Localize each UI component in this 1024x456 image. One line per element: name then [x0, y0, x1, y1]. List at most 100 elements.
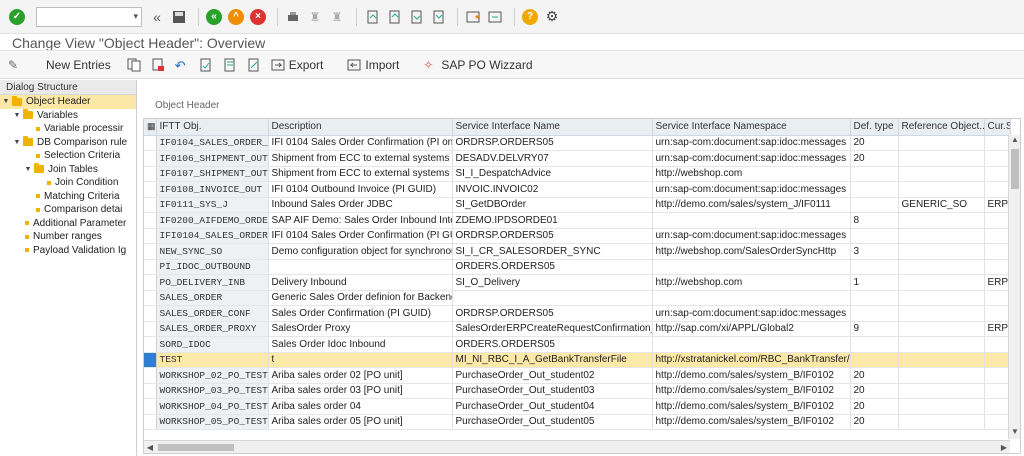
cancel-icon[interactable]: ×: [249, 8, 267, 26]
first-page-icon[interactable]: [363, 8, 381, 26]
table-row[interactable]: SALES_ORDER_PROXY SalesOrder Proxy SalesOr…: [144, 321, 1011, 337]
row-selector[interactable]: [144, 352, 157, 368]
settings-gear-icon[interactable]: ⚙: [543, 8, 561, 26]
tree-node[interactable]: Selection Criteria: [0, 149, 136, 163]
table-settings-icon[interactable]: ▦: [144, 119, 157, 136]
table-row[interactable]: WORKSHOP_03_PO_TEST...Ariba sales order …: [144, 383, 1011, 399]
row-selector[interactable]: [144, 228, 157, 244]
table-cell[interactable]: [850, 305, 899, 322]
table-row[interactable]: IF0111_SYS_J Inbound Sales Order JDBC SI_G…: [144, 197, 1011, 213]
export-button[interactable]: Export: [271, 58, 340, 72]
table-cell[interactable]: urn:sap-com:document:sap:idoc:messages: [652, 228, 851, 244]
table-cell[interactable]: [898, 414, 985, 430]
table-cell[interactable]: ZDEMO.IPDSORDE01: [452, 212, 653, 229]
row-selector[interactable]: [144, 259, 157, 275]
table-cell[interactable]: SI_I_CR_SALESORDER_SYNC: [452, 243, 653, 260]
table-cell[interactable]: urn:sap-com:document:sap:idoc:messages: [652, 181, 851, 198]
column-header[interactable]: Description: [268, 119, 453, 136]
table-row[interactable]: WORKSHOP_02_PO_TEST...Ariba sales order …: [144, 367, 1011, 384]
table-cell[interactable]: http://demo.com/sales/system_B/IF0102: [652, 414, 851, 430]
table-cell[interactable]: [898, 259, 985, 275]
select-all-icon[interactable]: [199, 58, 213, 72]
table-cell[interactable]: ORDRSP.ORDERS05: [452, 228, 653, 244]
table-cell[interactable]: [850, 259, 899, 275]
table-row[interactable]: IFI0104_SALES_ORDER...IFI 0104 Sales Ord…: [144, 228, 1011, 244]
column-header[interactable]: Reference Object...: [898, 119, 985, 136]
table-cell[interactable]: t: [268, 352, 453, 368]
row-selector[interactable]: [144, 243, 157, 260]
row-selector[interactable]: [144, 181, 157, 198]
table-cell[interactable]: http://webshop.com: [652, 274, 851, 291]
table-row[interactable]: IF0108_INVOICE_OUT IFI 0104 Outbound Invo…: [144, 181, 1011, 198]
row-selector[interactable]: [144, 197, 157, 213]
table-cell[interactable]: [898, 383, 985, 399]
table-cell[interactable]: [652, 290, 851, 306]
exit-icon[interactable]: ^: [227, 8, 245, 26]
table-cell[interactable]: http://demo.com/sales/system_B/IF0102: [652, 383, 851, 399]
table-row[interactable]: WORKSHOP_04_PO_TEST...Ariba sales order …: [144, 398, 1011, 415]
scroll-right-icon[interactable]: ▶: [998, 443, 1010, 452]
table-cell[interactable]: GENERIC_SO: [898, 197, 985, 213]
table-cell[interactable]: Delivery Inbound: [268, 274, 453, 291]
table-cell[interactable]: SI_I_DespatchAdvice: [452, 166, 653, 182]
table-cell[interactable]: [898, 228, 985, 244]
column-header[interactable]: Cur.S: [984, 119, 1011, 136]
table-cell[interactable]: [850, 336, 899, 353]
table-cell[interactable]: Demo configuration object for synchronou…: [268, 243, 453, 260]
table-cell[interactable]: [898, 321, 985, 337]
tree-node[interactable]: ▼ Join Tables: [0, 163, 136, 177]
table-cell[interactable]: http://sap.com/xi/APPL/Global2: [652, 321, 851, 337]
tree-node[interactable]: Number ranges: [0, 230, 136, 244]
table-cell[interactable]: 20: [850, 135, 899, 151]
table-cell[interactable]: [898, 212, 985, 229]
scroll-up-icon[interactable]: ▲: [1009, 135, 1020, 147]
back-icon[interactable]: «: [205, 8, 223, 26]
column-header[interactable]: IFTT Obj.: [156, 119, 269, 136]
table-cell[interactable]: [984, 290, 1011, 306]
table-cell[interactable]: 1: [850, 274, 899, 291]
select-block-icon[interactable]: [223, 58, 237, 72]
table-cell[interactable]: [898, 181, 985, 198]
table-cell[interactable]: SAP AIF Demo: Sales Order Inbound Interf…: [268, 212, 453, 229]
table-cell[interactable]: [850, 352, 899, 368]
table-cell[interactable]: [850, 166, 899, 182]
table-cell[interactable]: Generic Sales Order definion for Backend…: [268, 290, 453, 306]
table-cell[interactable]: [652, 336, 851, 353]
table-cell[interactable]: ERP: [984, 274, 1011, 291]
previous-page-icon[interactable]: [385, 8, 403, 26]
vertical-scrollbar[interactable]: ▲ ▼: [1008, 135, 1020, 439]
delete-icon[interactable]: [151, 58, 165, 72]
table-row[interactable]: SALES_ORDER_CONF Sales Order Confirmation…: [144, 305, 1011, 322]
table-row[interactable]: SALES_ORDER Generic Sales Order definion …: [144, 290, 1011, 306]
command-field[interactable]: ▾: [36, 6, 142, 27]
tree-node[interactable]: Comparison detai: [0, 203, 136, 217]
table-cell[interactable]: [984, 367, 1011, 384]
table-cell[interactable]: 20: [850, 150, 899, 167]
tree-node[interactable]: Matching Criteria: [0, 190, 136, 204]
row-selector[interactable]: [144, 150, 157, 167]
new-entries-button[interactable]: New Entries: [46, 58, 111, 72]
table-cell[interactable]: [898, 352, 985, 368]
table-cell[interactable]: [984, 259, 1011, 275]
row-selector[interactable]: [144, 212, 157, 229]
table-row[interactable]: PI_IDOC_OUTBOUND ORDERS.ORDERS05: [144, 259, 1011, 275]
row-selector[interactable]: [144, 367, 157, 384]
table-cell[interactable]: urn:sap-com:document:sap:idoc:messages: [652, 135, 851, 151]
expand-arrow-icon[interactable]: ▼: [13, 139, 21, 146]
tree-node[interactable]: ▼ DB Comparison rule: [0, 136, 136, 150]
tree-node[interactable]: Join Condition: [0, 176, 136, 190]
table-cell[interactable]: IFI 0104 Sales Order Confirmation (PI GU…: [268, 228, 453, 244]
table-cell[interactable]: [652, 212, 851, 229]
table-cell[interactable]: [850, 290, 899, 306]
table-cell[interactable]: http://xstratanickel.com/RBC_BankTransfe…: [652, 352, 851, 368]
table-cell[interactable]: Ariba sales order 03 [PO unit]: [268, 383, 453, 399]
find-icon[interactable]: ♜: [306, 8, 324, 26]
table-cell[interactable]: SalesOrder Proxy: [268, 321, 453, 337]
table-cell[interactable]: [898, 398, 985, 415]
find-next-icon[interactable]: ♜: [328, 8, 346, 26]
table-row[interactable]: SORD_IDOC Sales Order Idoc Inbound ORDERS.…: [144, 336, 1011, 353]
table-cell[interactable]: [984, 150, 1011, 167]
table-cell[interactable]: [850, 228, 899, 244]
table-cell[interactable]: ERP: [984, 321, 1011, 337]
table-cell[interactable]: SI_GetDBOrder: [452, 197, 653, 213]
